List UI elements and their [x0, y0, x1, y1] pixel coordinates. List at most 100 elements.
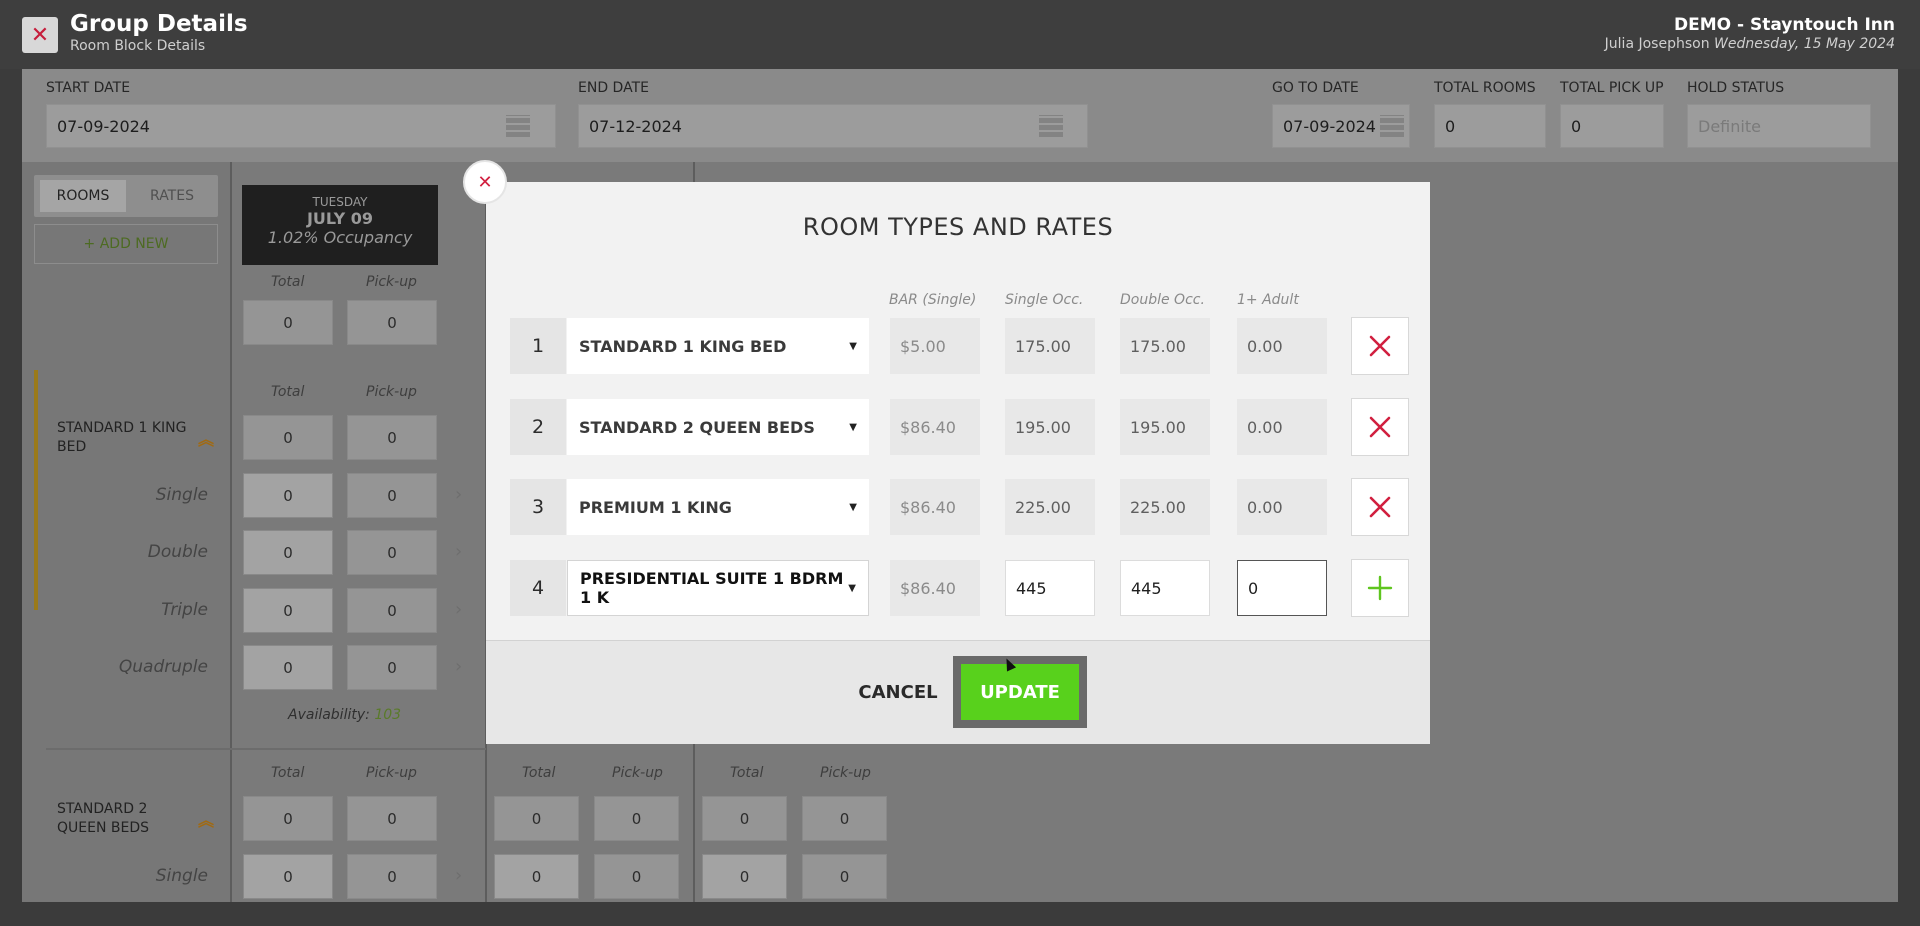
close-page-button[interactable]: ✕ [22, 17, 58, 53]
single-occ-input[interactable]: 175.00 [1005, 318, 1095, 374]
double-occ-input[interactable]: 225.00 [1120, 479, 1210, 535]
caret-down-icon: ▼ [849, 501, 857, 513]
delete-icon [1369, 416, 1391, 438]
single-total-input[interactable]: 0 [494, 854, 579, 899]
room-list-panel [22, 162, 230, 902]
occupancy-label-quadruple: Quadruple [118, 657, 208, 677]
pickup-cell: 0 [347, 796, 437, 841]
single-total-input[interactable]: 0 [243, 473, 333, 518]
calendar-icon[interactable] [1380, 115, 1404, 137]
cancel-button[interactable]: CANCEL [850, 675, 946, 709]
user-info: Julia Josephson Wednesday, 15 May 2024 [1605, 36, 1895, 52]
column-bar-single: BAR (Single) [889, 292, 977, 308]
occupancy-label-double: Double [147, 542, 208, 562]
user-name: Julia Josephson [1604, 36, 1710, 52]
column-double-occ: Double Occ. [1120, 292, 1205, 308]
adult-rate-input[interactable]: 0 [1237, 560, 1327, 616]
total-label: Total [271, 384, 305, 400]
end-date-label: END DATE [578, 80, 649, 96]
column-single-occ: Single Occ. [1005, 292, 1084, 308]
room-type-select[interactable]: PRESIDENTIAL SUITE 1 BDRM 1 K ▼ [567, 560, 869, 616]
room-type-value: PREMIUM 1 KING [579, 497, 732, 517]
collapse-icon[interactable]: ︽ [198, 807, 214, 831]
triple-pickup-cell: 0 [347, 588, 437, 633]
modal-close-button[interactable]: ✕ [463, 160, 507, 204]
close-icon: ✕ [477, 171, 493, 193]
room-type-select[interactable]: PREMIUM 1 KING ▼ [567, 479, 869, 535]
total-cell: 0 [243, 415, 333, 460]
total-cell: 0 [494, 796, 579, 841]
quadruple-total-input[interactable]: 0 [243, 645, 333, 690]
room-type-select[interactable]: STANDARD 2 QUEEN BEDS ▼ [567, 399, 869, 455]
total-rooms-value: 0 [1445, 117, 1456, 136]
row-number: 1 [510, 318, 566, 374]
triple-total-input[interactable]: 0 [243, 588, 333, 633]
bar-rate-value: $86.40 [890, 479, 980, 535]
tab-rooms[interactable]: ROOMS [40, 180, 126, 212]
chevron-right-icon[interactable]: › [455, 484, 462, 505]
chevron-right-icon[interactable]: › [455, 865, 462, 886]
double-occ-input[interactable]: 195.00 [1120, 399, 1210, 455]
chevron-right-icon[interactable]: › [455, 656, 462, 677]
pickup-label: Pick-up [612, 765, 663, 781]
go-to-date-value: 07-09-2024 [1283, 117, 1376, 136]
double-occ-input[interactable]: 445 [1120, 560, 1210, 616]
hold-status-value: Definite [1698, 117, 1761, 136]
total-pickup-value: 0 [1571, 117, 1582, 136]
section-divider [46, 748, 486, 750]
room-type-value: STANDARD 1 KING BED [579, 336, 787, 356]
single-pickup-cell: 0 [594, 854, 679, 899]
total-label: Total [271, 765, 305, 781]
delete-icon [1369, 335, 1391, 357]
single-total-input[interactable]: 0 [702, 854, 787, 899]
double-pickup-cell: 0 [347, 530, 437, 575]
update-button[interactable]: UPDATE [961, 664, 1079, 720]
single-occ-input[interactable]: 195.00 [1005, 399, 1095, 455]
delete-row-button[interactable] [1351, 478, 1409, 536]
single-occ-input[interactable]: 445 [1005, 560, 1095, 616]
app-header [0, 0, 1920, 69]
adult-rate-input[interactable]: 0.00 [1237, 318, 1327, 374]
tab-rates[interactable]: RATES [130, 180, 214, 212]
occupancy-label-single: Single [155, 866, 208, 886]
delete-row-button[interactable] [1351, 317, 1409, 375]
single-occ-input[interactable]: 225.00 [1005, 479, 1095, 535]
add-new-button[interactable]: + ADD NEW [34, 224, 218, 264]
caret-down-icon: ▼ [849, 421, 857, 433]
chevron-right-icon[interactable]: › [455, 541, 462, 562]
delete-row-button[interactable] [1351, 398, 1409, 456]
column-divider [230, 162, 232, 902]
chevron-right-icon[interactable]: › [455, 599, 462, 620]
page-subtitle: Room Block Details [70, 38, 206, 54]
date-occupancy: 1.02% Occupancy [267, 228, 413, 247]
add-row-button[interactable] [1351, 559, 1409, 617]
room-type-value: PRESIDENTIAL SUITE 1 BDRM 1 K [580, 569, 844, 607]
adult-rate-input[interactable]: 0.00 [1237, 399, 1327, 455]
availability-value: 103 [374, 707, 402, 723]
room-type-select[interactable]: STANDARD 1 KING BED ▼ [567, 318, 869, 374]
pickup-label: Pick-up [366, 765, 417, 781]
adult-rate-input[interactable]: 0.00 [1237, 479, 1327, 535]
occupancy-label-single: Single [155, 485, 208, 505]
calendar-icon[interactable] [506, 115, 530, 137]
double-total-input[interactable]: 0 [243, 530, 333, 575]
end-date-field[interactable]: 07-12-2024 [578, 104, 1088, 148]
date-month-day: JULY 09 [306, 209, 374, 228]
hold-status-select[interactable]: Definite [1687, 104, 1871, 148]
row-number: 4 [510, 560, 566, 616]
room-type-value: STANDARD 2 QUEEN BEDS [579, 417, 815, 437]
single-total-input[interactable]: 0 [243, 854, 333, 899]
date-day: TUESDAY [312, 195, 368, 209]
calendar-icon[interactable] [1039, 115, 1063, 137]
page-title: Group Details [70, 11, 248, 37]
collapse-icon[interactable]: ︽ [198, 426, 214, 450]
hotel-name: DEMO - Stayntouch Inn [1673, 15, 1895, 35]
double-occ-input[interactable]: 175.00 [1120, 318, 1210, 374]
total-label: Total [271, 274, 305, 290]
close-icon: ✕ [30, 22, 50, 48]
column-adult: 1+ Adult [1237, 292, 1299, 308]
start-date-field[interactable]: 07-09-2024 [46, 104, 556, 148]
bar-rate-value: $86.40 [890, 399, 980, 455]
selected-room-indicator [34, 370, 38, 610]
hold-status-label: HOLD STATUS [1687, 80, 1785, 96]
